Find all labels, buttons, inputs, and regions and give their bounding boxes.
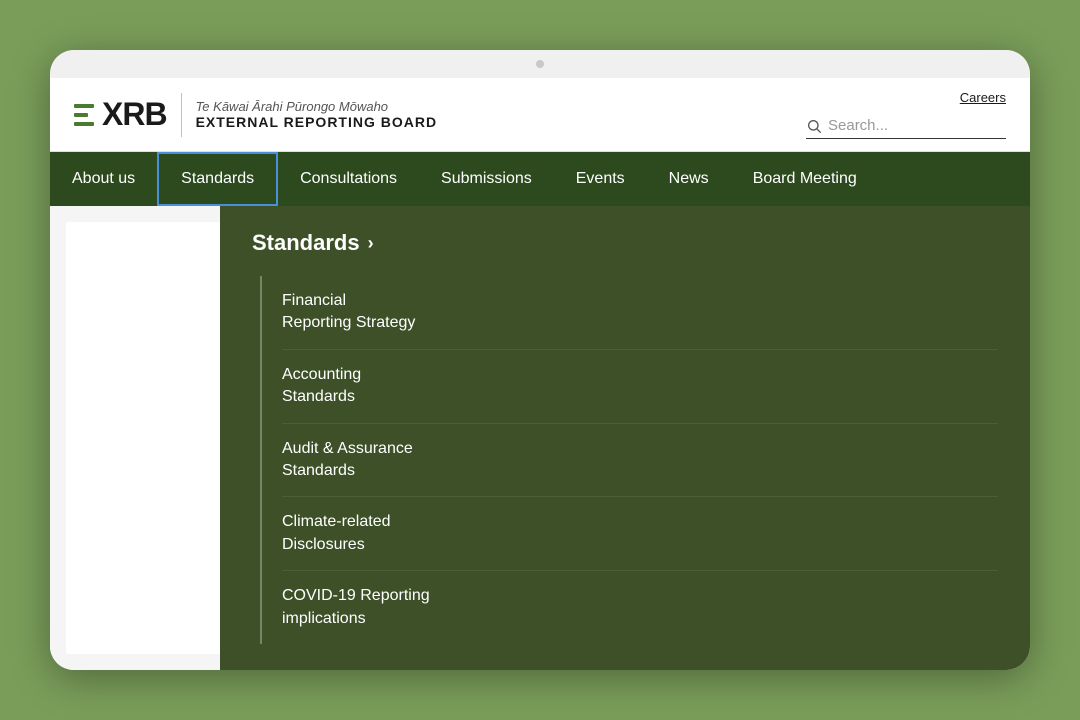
logo-divider [181,93,182,137]
dropdown-items-list: FinancialReporting Strategy AccountingSt… [260,276,998,644]
logo-line-3 [74,122,94,126]
nav-item-consultations[interactable]: Consultations [278,152,419,206]
tablet-top-bar [50,50,1030,78]
dropdown-chevron-icon: › [368,233,374,254]
nav-item-standards[interactable]: Standards [157,152,278,206]
dropdown-item-audit[interactable]: Audit & AssuranceStandards [282,424,998,498]
logo-subtitle-maori: Te Kāwai Ārahi Pūrongo Mōwaho [196,99,438,114]
logo-area: XRB Te Kāwai Ārahi Pūrongo Mōwaho EXTERN… [74,93,437,137]
logo-line-2 [74,113,88,117]
tablet-frame: XRB Te Kāwai Ārahi Pūrongo Mōwaho EXTERN… [50,50,1030,670]
site-header: XRB Te Kāwai Ārahi Pūrongo Mōwaho EXTERN… [50,78,1030,152]
logo-subtitle: Te Kāwai Ārahi Pūrongo Mōwaho EXTERNAL R… [196,99,438,130]
search-bar[interactable]: Search... [806,113,1006,139]
logo-line-1 [74,104,94,108]
careers-link[interactable]: Careers [960,90,1006,105]
search-placeholder-text: Search... [828,117,888,134]
left-sidebar [50,206,220,670]
search-icon [806,118,822,134]
dropdown-item-accounting[interactable]: AccountingStandards [282,350,998,424]
logo-lines-icon [74,104,94,126]
nav-item-submissions[interactable]: Submissions [419,152,554,206]
dropdown-item-climate[interactable]: Climate-relatedDisclosures [282,497,998,571]
dropdown-area: Standards › FinancialReporting Strategy … [220,206,1030,670]
sidebar-white-block [66,222,220,654]
nav-bar: About us Standards Consultations Submiss… [50,152,1030,206]
nav-item-board-meeting[interactable]: Board Meeting [731,152,879,206]
page-body: Standards › FinancialReporting Strategy … [50,206,1030,670]
dropdown-item-financial[interactable]: FinancialReporting Strategy [282,276,998,350]
header-right: Careers Search... [806,90,1006,139]
logo-xrb: XRB [74,96,167,133]
nav-item-news[interactable]: News [647,152,731,206]
dropdown-item-covid[interactable]: COVID-19 Reportingimplications [282,571,998,644]
browser-area: XRB Te Kāwai Ārahi Pūrongo Mōwaho EXTERN… [50,78,1030,670]
tablet-camera [536,60,544,68]
dropdown-title: Standards › [252,230,998,256]
nav-item-about-us[interactable]: About us [50,152,157,206]
nav-item-events[interactable]: Events [554,152,647,206]
dropdown-title-text: Standards [252,230,360,256]
logo-xrb-text: XRB [102,96,167,133]
logo-subtitle-english: EXTERNAL REPORTING BOARD [196,114,438,130]
